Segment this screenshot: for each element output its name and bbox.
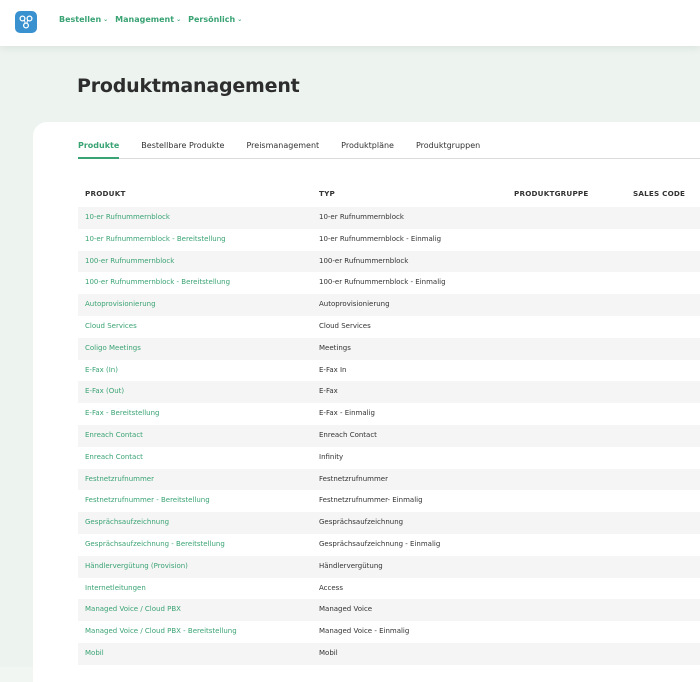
chevron-down-icon: ⌄ — [103, 16, 109, 23]
product-type: E-Fax — [319, 387, 338, 396]
table-row: Mobil Mobil — [78, 642, 700, 665]
product-type: 100-er Rufnummernblock — [319, 256, 409, 265]
tab-produkte[interactable]: Produkte — [78, 138, 120, 159]
tab-produktgruppen[interactable]: Produktgruppen — [416, 138, 480, 159]
product-link[interactable]: Managed Voice / Cloud PBX - Bereitstellu… — [85, 627, 237, 635]
nav-label-persoenlich: Persönlich — [188, 15, 236, 24]
table-row: Enreach Contact Enreach Contact — [78, 424, 700, 447]
product-type: Autoprovisionierung — [319, 300, 390, 309]
product-link[interactable]: Managed Voice / Cloud PBX — [85, 605, 181, 613]
product-link[interactable]: Gesprächsaufzeichnung - Bereitstellung — [85, 540, 225, 548]
nav-menu-management[interactable]: Management ⌄ — [115, 15, 181, 24]
table-row: Managed Voice / Cloud PBX Managed Voice — [78, 599, 700, 622]
table-row: Gesprächsaufzeichnung - Bereitstellung Ge… — [78, 534, 700, 556]
nav-menu-persoenlich[interactable]: Persönlich ⌄ — [188, 15, 242, 24]
table-row: Händlervergütung (Provision) Händlervergü… — [78, 555, 700, 578]
product-type: 100-er Rufnummernblock - Einmalig — [319, 278, 446, 287]
app-logo-icon[interactable] — [15, 11, 37, 33]
product-type: Gesprächsaufzeichnung - Einmalig — [319, 539, 441, 548]
product-link[interactable]: Autoprovisionierung — [85, 300, 156, 308]
product-type: Meetings — [319, 343, 351, 352]
product-link[interactable]: Mobil — [85, 649, 104, 657]
product-link[interactable]: Festnetzrufnummer — [85, 475, 154, 483]
chevron-down-icon: ⌄ — [176, 16, 182, 23]
table-row: E-Fax (Out) E-Fax — [78, 381, 700, 404]
product-link[interactable]: Cloud Services — [85, 322, 137, 330]
nav-label-management: Management — [115, 15, 175, 24]
column-header-typ[interactable]: TYP — [319, 189, 335, 198]
top-navigation-bar: Bestellen ⌄ Management ⌄ Persönlich ⌄ — [0, 0, 700, 46]
product-type: E-Fax In — [319, 365, 347, 374]
table-row: Autoprovisionierung Autoprovisionierung — [78, 294, 700, 316]
product-type: Cloud Services — [319, 321, 371, 330]
product-link[interactable]: Händlervergütung (Provision) — [85, 562, 188, 570]
product-link[interactable]: 10-er Rufnummernblock - Bereitstellung — [85, 235, 226, 243]
product-type: Festnetzrufnummer — [319, 474, 388, 483]
product-type: E-Fax - Einmalig — [319, 409, 375, 418]
table-row: Festnetzrufnummer Festnetzrufnummer — [78, 468, 700, 491]
table-row: Gesprächsaufzeichnung Gesprächsaufzeichnu… — [78, 512, 700, 534]
product-link[interactable]: Internetleitungen — [85, 584, 146, 592]
page-title: Produktmanagement — [77, 75, 300, 97]
product-type: Festnetzrufnummer- Einmalig — [319, 496, 423, 505]
column-header-produkt[interactable]: PRODUKT — [85, 189, 126, 198]
tab-preismanagement[interactable]: Preismanagement — [246, 138, 319, 159]
tab-produktplaene[interactable]: Produktpläne — [341, 138, 394, 159]
table-row: 10-er Rufnummernblock - Bereitstellung 10… — [78, 229, 700, 251]
table-row: Festnetzrufnummer - Bereitstellung Festne… — [78, 490, 700, 512]
table-row: Enreach Contact Infinity — [78, 447, 700, 469]
table-row: Internetleitungen Access — [78, 578, 700, 600]
product-type: Gesprächsaufzeichnung — [319, 518, 404, 527]
table-row: 100-er Rufnummernblock 100-er Rufnummernb… — [78, 250, 700, 273]
product-link[interactable]: 10-er Rufnummernblock — [85, 213, 170, 221]
nav-label-bestellen: Bestellen — [59, 15, 102, 24]
table-row: Coligo Meetings Meetings — [78, 337, 700, 360]
product-type: Managed Voice - Einmalig — [319, 627, 410, 636]
product-type: Enreach Contact — [319, 430, 377, 439]
column-header-produktgruppe[interactable]: PRODUKTGRUPPE — [514, 189, 589, 198]
product-link[interactable]: 100-er Rufnummernblock - Bereitstellung — [85, 278, 230, 286]
table-row: E-Fax (In) E-Fax In — [78, 360, 700, 382]
table-row: 100-er Rufnummernblock - Bereitstellung 1… — [78, 272, 700, 294]
product-link[interactable]: E-Fax - Bereitstellung — [85, 409, 159, 417]
product-table-body: 10-er Rufnummernblock 10-er Rufnummernblo… — [78, 207, 700, 665]
product-link[interactable]: E-Fax (Out) — [85, 387, 124, 395]
product-type: Händlervergütung — [319, 561, 383, 570]
product-type: 10-er Rufnummernblock - Einmalig — [319, 234, 442, 243]
product-link[interactable]: 100-er Rufnummernblock — [85, 257, 174, 265]
nav-menu-bestellen[interactable]: Bestellen ⌄ — [59, 15, 108, 24]
product-type: Infinity — [319, 452, 344, 461]
table-row: E-Fax - Bereitstellung E-Fax - Einmalig — [78, 403, 700, 425]
table-row: Cloud Services Cloud Services — [78, 316, 700, 338]
product-link[interactable]: Enreach Contact — [85, 453, 143, 461]
column-header-sales-code[interactable]: SALES CODE — [633, 189, 685, 198]
product-type: Managed Voice — [319, 605, 373, 614]
product-type: Mobil — [319, 648, 338, 657]
product-link[interactable]: E-Fax (In) — [85, 366, 118, 374]
tab-bestellbare-produkte[interactable]: Bestellbare Produkte — [141, 138, 224, 159]
table-row: 10-er Rufnummernblock 10-er Rufnummernblo… — [78, 207, 700, 229]
chevron-down-icon: ⌄ — [237, 16, 243, 23]
tab-bar: Produkte Bestellbare Produkte Preismanag… — [78, 138, 700, 159]
main-nav: Bestellen ⌄ Management ⌄ Persönlich ⌄ — [59, 15, 242, 24]
product-type: 10-er Rufnummernblock — [319, 213, 404, 221]
product-link[interactable]: Coligo Meetings — [85, 344, 141, 352]
product-link[interactable]: Enreach Contact — [85, 431, 143, 439]
product-link[interactable]: Festnetzrufnummer - Bereitstellung — [85, 496, 210, 504]
product-type: Access — [319, 583, 343, 592]
table-row: Managed Voice / Cloud PBX - Bereitstellu… — [78, 621, 700, 643]
product-link[interactable]: Gesprächsaufzeichnung — [85, 518, 169, 526]
table-header: PRODUKT TYP PRODUKTGRUPPE SALES CODE — [78, 186, 700, 202]
